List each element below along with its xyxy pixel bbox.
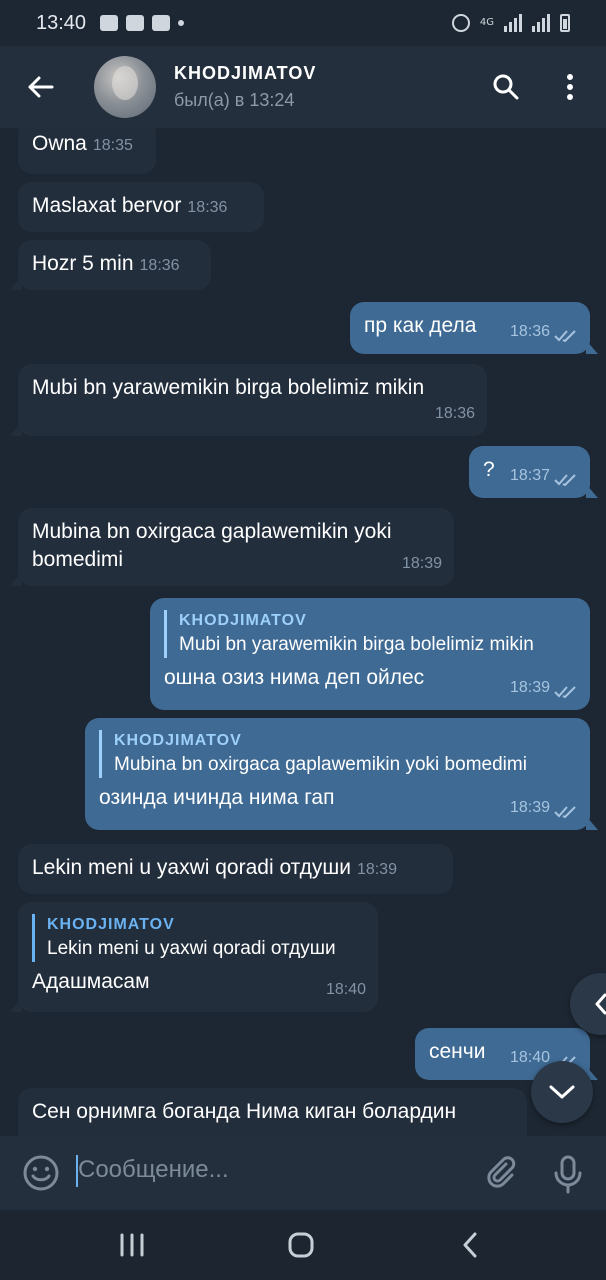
- reply-text: Lekin meni u yaxwi qoradi отдуши: [47, 938, 336, 959]
- attach-icon[interactable]: [482, 1154, 518, 1190]
- message-bubble[interactable]: Mubina bn oxirgaca gaplawemikin yoki bom…: [10, 508, 454, 586]
- message-bubble[interactable]: KHODJIMATOV Lekin meni u yaxwi qoradi от…: [10, 902, 378, 1012]
- message-notification-icon: [126, 15, 145, 31]
- message-time: 18:40: [325, 981, 366, 998]
- emoji-icon[interactable]: [22, 1154, 60, 1192]
- chat-last-seen: был(а) в 13:24: [174, 90, 295, 110]
- back-nav-button[interactable]: [450, 1228, 490, 1262]
- search-button[interactable]: [476, 46, 536, 128]
- reply-quote[interactable]: KHODJIMATOV Mubi bn yarawemikin birga bo…: [164, 610, 576, 658]
- message-time: 18:39: [509, 799, 550, 816]
- recent-apps-button[interactable]: [112, 1228, 152, 1262]
- chat-header: KHODJIMATOV был(а) в 13:24: [0, 46, 606, 128]
- microphone-icon[interactable]: [550, 1154, 586, 1194]
- back-button[interactable]: [0, 46, 80, 128]
- network-type-label: 4G: [479, 17, 494, 28]
- message-bubble[interactable]: пр как дела 18:36: [350, 302, 598, 354]
- signal-icon-2: [532, 14, 550, 32]
- chevron-left-icon: [595, 993, 606, 1015]
- more-vert-icon: [567, 74, 573, 100]
- signal-icon: [504, 14, 522, 32]
- message-bubble[interactable]: Hozr 5 min 18:36: [10, 240, 211, 290]
- message-time: 18:37: [509, 467, 550, 484]
- message-bubble[interactable]: Maslaxat bervor 18:36: [18, 182, 264, 232]
- message-composer: Сообщение...: [0, 1136, 606, 1210]
- status-bar: 13:40 4G: [0, 0, 606, 46]
- message-time: 18:35: [92, 137, 133, 154]
- message-time: 18:36: [187, 199, 228, 216]
- recent-apps-icon: [120, 1233, 144, 1257]
- message-time: 18:39: [509, 679, 550, 696]
- reply-text: Mubina bn oxirgaca gaplawemikin yoki bom…: [114, 754, 527, 775]
- read-checks-icon: [554, 806, 576, 818]
- message-time: 18:36: [509, 323, 550, 340]
- scroll-down-button[interactable]: [531, 1061, 593, 1123]
- message-bubble[interactable]: KHODJIMATOV Mubi bn yarawemikin birga bo…: [150, 598, 590, 710]
- reply-quote[interactable]: KHODJIMATOV Mubina bn oxirgaca gaplawemi…: [99, 730, 576, 778]
- status-time: 13:40: [36, 11, 87, 34]
- message-time: 18:39: [356, 861, 397, 878]
- reply-author: KHODJIMATOV: [179, 612, 307, 629]
- message-time: 18:36: [139, 257, 180, 274]
- gallery-notification-icon: [100, 15, 119, 31]
- battery-icon: [560, 14, 570, 32]
- read-checks-icon: [554, 686, 576, 698]
- message-time: 18:36: [434, 405, 475, 422]
- message-bubble[interactable]: Сен орнимга боганда Нима киган болардин: [18, 1088, 527, 1136]
- message-bubble[interactable]: Mubi bn yarawemikin birga bolelimiz miki…: [10, 364, 487, 436]
- message-input[interactable]: Сообщение...: [78, 1156, 229, 1184]
- chevron-down-icon: [549, 1085, 575, 1099]
- reply-text: Mubi bn yarawemikin birga bolelimiz miki…: [179, 634, 534, 655]
- read-checks-icon: [554, 474, 576, 486]
- reply-author: KHODJIMATOV: [114, 732, 242, 749]
- message-bubble[interactable]: Owna 18:35: [18, 128, 156, 174]
- home-button[interactable]: [281, 1228, 321, 1262]
- message-bubble[interactable]: KHODJIMATOV Mubina bn oxirgaca gaplawemi…: [85, 718, 598, 830]
- back-chevron-icon: [463, 1232, 477, 1258]
- more-notifications-dot-icon: [178, 20, 185, 26]
- search-icon: [493, 74, 519, 100]
- system-nav-bar: [0, 1210, 606, 1280]
- message-bubble[interactable]: ? 18:37: [469, 446, 598, 498]
- message-time: 18:39: [401, 555, 442, 572]
- read-checks-icon: [554, 330, 576, 342]
- avatar[interactable]: [94, 56, 156, 118]
- sync-notification-icon: [152, 15, 171, 31]
- back-arrow-icon: [28, 76, 54, 98]
- message-bubble[interactable]: Lekin meni u yaxwi qoradi отдуши 18:39: [18, 844, 453, 894]
- reply-author: KHODJIMATOV: [47, 916, 175, 933]
- chat-title: KHODJIMATOV: [174, 63, 317, 83]
- chat-info[interactable]: KHODJIMATOV был(а) в 13:24: [174, 63, 316, 111]
- home-icon: [288, 1232, 314, 1258]
- more-options-button[interactable]: [540, 46, 600, 128]
- reply-swipe-button[interactable]: [570, 973, 606, 1035]
- reply-quote[interactable]: KHODJIMATOV Lekin meni u yaxwi qoradi от…: [32, 914, 364, 962]
- alarm-icon: [451, 14, 470, 32]
- message-list[interactable]: Owna 18:35 Maslaxat bervor 18:36 Hozr 5 mi…: [0, 128, 606, 1136]
